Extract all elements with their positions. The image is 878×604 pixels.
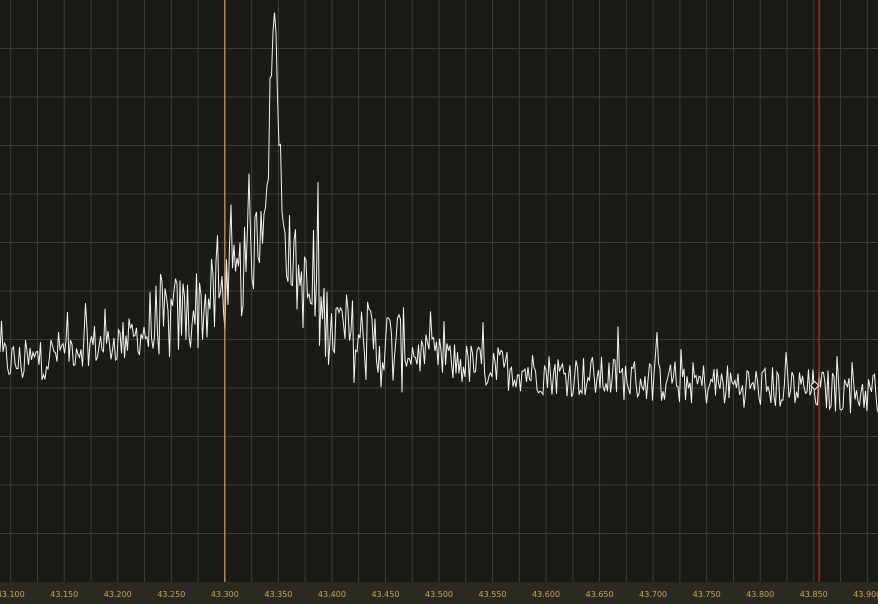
x-tick-label: 43.850: [800, 590, 828, 599]
x-tick-label: 43.450: [371, 590, 399, 599]
x-tick-label: 43.500: [425, 590, 453, 599]
x-tick-label: 43.800: [746, 590, 774, 599]
x-tick-label: 43.250: [157, 590, 185, 599]
frequency-axis: 43.100 43.150 43.200 43.250 43.300 43.350 43.4…: [0, 590, 878, 599]
spectrum-plot[interactable]: 43.100 43.150 43.200 43.250 43.300 43.350 43.4…: [0, 0, 878, 604]
x-tick-label: 43.750: [693, 590, 721, 599]
x-tick-label: 43.900: [853, 590, 878, 599]
x-tick-label: 43.600: [532, 590, 560, 599]
x-tick-label: 43.150: [50, 590, 78, 599]
x-tick-label: 43.400: [318, 590, 346, 599]
x-tick-label: 43.200: [104, 590, 132, 599]
x-tick-label: 43.700: [639, 590, 667, 599]
x-tick-label: 43.350: [264, 590, 292, 599]
x-tick-label: 43.300: [211, 590, 239, 599]
x-tick-label: 43.650: [586, 590, 614, 599]
x-tick-label: 43.550: [479, 590, 507, 599]
x-tick-label: 43.100: [0, 590, 25, 599]
